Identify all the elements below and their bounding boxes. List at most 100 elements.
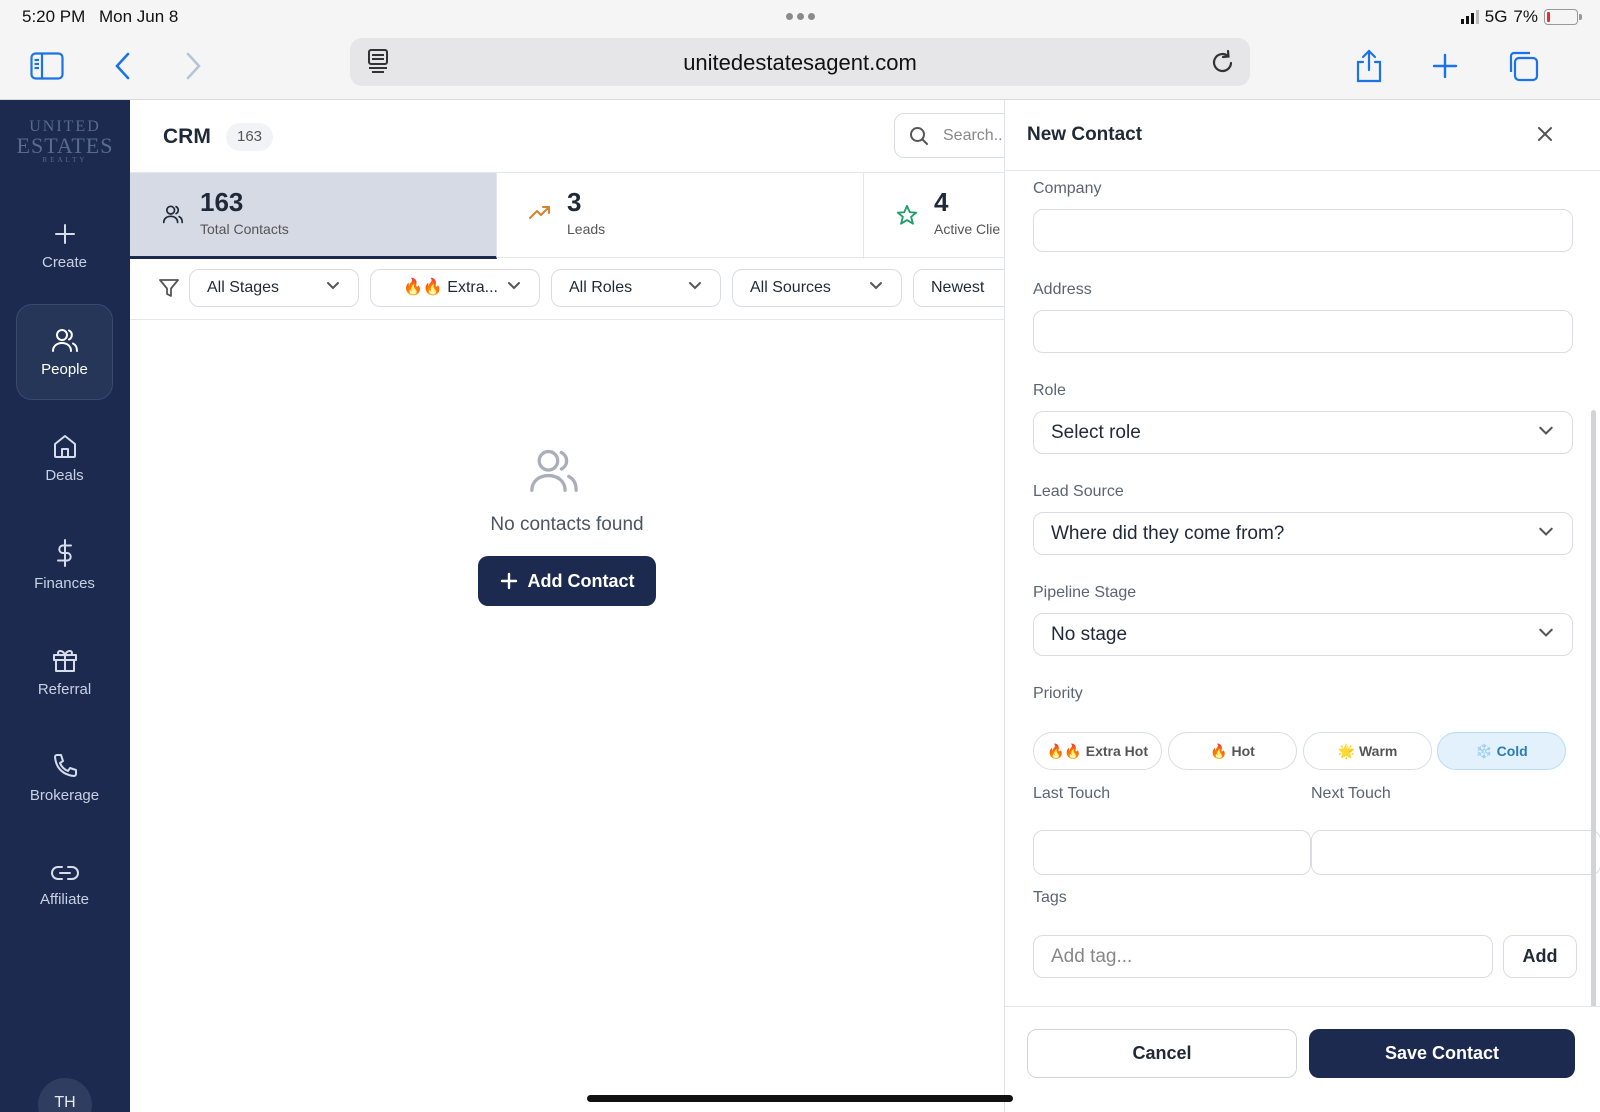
browser-toolbar: unitedestatesagent.com bbox=[0, 34, 1600, 100]
filter-icon[interactable] bbox=[159, 278, 179, 303]
role-filter[interactable]: All Roles bbox=[551, 269, 721, 307]
new-contact-drawer: New Contact Company Address Role Select … bbox=[1004, 100, 1600, 1112]
tag-input[interactable]: Add tag... bbox=[1033, 935, 1493, 978]
address-field[interactable] bbox=[1033, 310, 1573, 353]
forward-icon[interactable] bbox=[170, 43, 216, 89]
add-tag-button[interactable]: Add bbox=[1503, 935, 1577, 978]
tag-input-placeholder: Add tag... bbox=[1051, 946, 1133, 967]
logo-line2: ESTATES bbox=[16, 133, 114, 158]
brand-logo[interactable]: UNITED ESTATES REALTY bbox=[10, 118, 120, 166]
share-icon[interactable] bbox=[1346, 43, 1392, 89]
address-label: Address bbox=[1033, 281, 1092, 298]
sidebar-item-label: Affiliate bbox=[40, 890, 89, 908]
stat-value: 3 bbox=[567, 187, 582, 217]
last-touch-field[interactable] bbox=[1033, 830, 1311, 875]
sidebar-item-people[interactable]: People bbox=[16, 304, 113, 400]
sort-filter[interactable]: Newest bbox=[913, 269, 1004, 307]
lead-source-label: Lead Source bbox=[1033, 483, 1124, 500]
stat-total-contacts[interactable]: 163 Total Contacts bbox=[130, 173, 497, 259]
chevron-down-icon bbox=[1538, 513, 1554, 554]
battery-percent: 7% bbox=[1513, 7, 1538, 26]
page-title: CRM bbox=[163, 125, 211, 148]
back-icon[interactable] bbox=[100, 43, 146, 89]
company-label: Company bbox=[1033, 180, 1102, 197]
chevron-down-icon bbox=[1538, 412, 1554, 453]
pipeline-stage-select[interactable]: No stage bbox=[1033, 613, 1573, 656]
stats-row: 163 Total Contacts 3 Leads 4 Active Clie bbox=[130, 172, 1004, 259]
app-sidebar: UNITED ESTATES REALTY Create People Deal… bbox=[0, 100, 130, 1112]
status-bar: 5:20 PM Mon Jun 8 5G 7% bbox=[0, 0, 1600, 34]
search-input[interactable]: Search... bbox=[894, 113, 1004, 158]
sidebar-toggle-icon[interactable] bbox=[24, 43, 70, 89]
network-label: 5G bbox=[1484, 7, 1508, 26]
priority-option-hot[interactable]: 🔥 Hot bbox=[1168, 732, 1297, 770]
stat-label: Total Contacts bbox=[200, 221, 289, 237]
address-bar[interactable]: unitedestatesagent.com bbox=[350, 38, 1250, 86]
url-text: unitedestatesagent.com bbox=[683, 50, 917, 75]
battery-icon bbox=[1544, 9, 1582, 25]
plus-icon bbox=[54, 223, 75, 244]
crm-main: CRM 163 Search... 163 Total Contacts 3 L… bbox=[130, 100, 1004, 1112]
avatar[interactable]: TH bbox=[38, 1078, 92, 1112]
sidebar-item-brokerage[interactable]: Brokerage bbox=[16, 730, 113, 826]
phone-icon bbox=[53, 753, 77, 777]
drawer-title: New Contact bbox=[1027, 124, 1143, 145]
reload-icon[interactable] bbox=[1210, 48, 1236, 81]
stat-label: Leads bbox=[567, 221, 606, 237]
sidebar-item-label: Create bbox=[41, 253, 88, 271]
chevron-down-icon bbox=[507, 270, 521, 306]
stage-filter-value: All Stages bbox=[207, 279, 280, 296]
stage-filter[interactable]: All Stages bbox=[189, 269, 359, 307]
sidebar-item-label: Deals bbox=[45, 466, 84, 484]
close-icon[interactable] bbox=[1535, 124, 1555, 149]
sidebar-item-deals[interactable]: Deals bbox=[16, 410, 113, 506]
sidebar-item-create[interactable]: Create bbox=[16, 198, 113, 294]
role-select[interactable]: Select role bbox=[1033, 411, 1573, 454]
status-date: Mon Jun 8 bbox=[99, 7, 179, 26]
contact-count-badge: 163 bbox=[226, 123, 274, 151]
source-filter-value: All Sources bbox=[750, 279, 831, 296]
role-filter-value: All Roles bbox=[569, 279, 633, 296]
chevron-down-icon bbox=[326, 270, 340, 306]
home-icon bbox=[53, 434, 76, 458]
stat-leads[interactable]: 3 Leads bbox=[497, 173, 864, 259]
lead-source-select[interactable]: Where did they come from? bbox=[1033, 512, 1573, 555]
sidebar-item-label: Referral bbox=[37, 680, 92, 698]
source-filter[interactable]: All Sources bbox=[732, 269, 902, 307]
stat-active-clients[interactable]: 4 Active Clie bbox=[864, 173, 1004, 259]
add-contact-button[interactable]: Add Contact bbox=[478, 556, 656, 606]
people-icon bbox=[162, 204, 184, 229]
last-touch-label: Last Touch bbox=[1033, 785, 1111, 802]
people-icon bbox=[51, 328, 78, 352]
priority-option-extra-hot[interactable]: 🔥🔥 Extra Hot bbox=[1033, 732, 1162, 770]
company-field[interactable] bbox=[1033, 209, 1573, 252]
priority-option-cold[interactable]: ❄️ Cold bbox=[1437, 732, 1566, 770]
pipeline-stage-label: Pipeline Stage bbox=[1033, 584, 1137, 601]
star-icon bbox=[896, 204, 918, 231]
status-time: 5:20 PM bbox=[22, 7, 86, 26]
signal-icon bbox=[1460, 10, 1479, 24]
tabs-icon[interactable] bbox=[1500, 43, 1546, 89]
add-contact-label: Add Contact bbox=[527, 570, 635, 591]
priority-option-warm[interactable]: 🌟 Warm bbox=[1303, 732, 1432, 770]
save-contact-button[interactable]: Save Contact bbox=[1309, 1029, 1575, 1078]
new-tab-icon[interactable] bbox=[1422, 43, 1468, 89]
sidebar-item-finances[interactable]: Finances bbox=[16, 517, 113, 613]
next-touch-label: Next Touch bbox=[1311, 785, 1391, 802]
drawer-scrollbar[interactable] bbox=[1591, 410, 1596, 1010]
chevron-down-icon bbox=[1538, 614, 1554, 655]
sidebar-item-label: People bbox=[41, 360, 88, 378]
sidebar-item-referral[interactable]: Referral bbox=[16, 624, 113, 720]
sidebar-item-label: Brokerage bbox=[29, 786, 100, 804]
multitasking-dots-icon[interactable] bbox=[786, 13, 815, 20]
dollar-icon bbox=[56, 538, 72, 567]
priority-filter[interactable]: 🔥🔥 Extra... bbox=[370, 269, 540, 307]
stat-label: Active Clie bbox=[934, 221, 1001, 237]
next-touch-field[interactable] bbox=[1311, 830, 1600, 875]
sidebar-item-affiliate[interactable]: Affiliate bbox=[16, 837, 113, 933]
cancel-button[interactable]: Cancel bbox=[1027, 1029, 1297, 1078]
priority-label: Priority bbox=[1033, 685, 1083, 702]
sort-filter-value: Newest bbox=[931, 279, 985, 296]
home-indicator[interactable] bbox=[587, 1095, 1013, 1102]
gift-icon bbox=[52, 649, 77, 672]
